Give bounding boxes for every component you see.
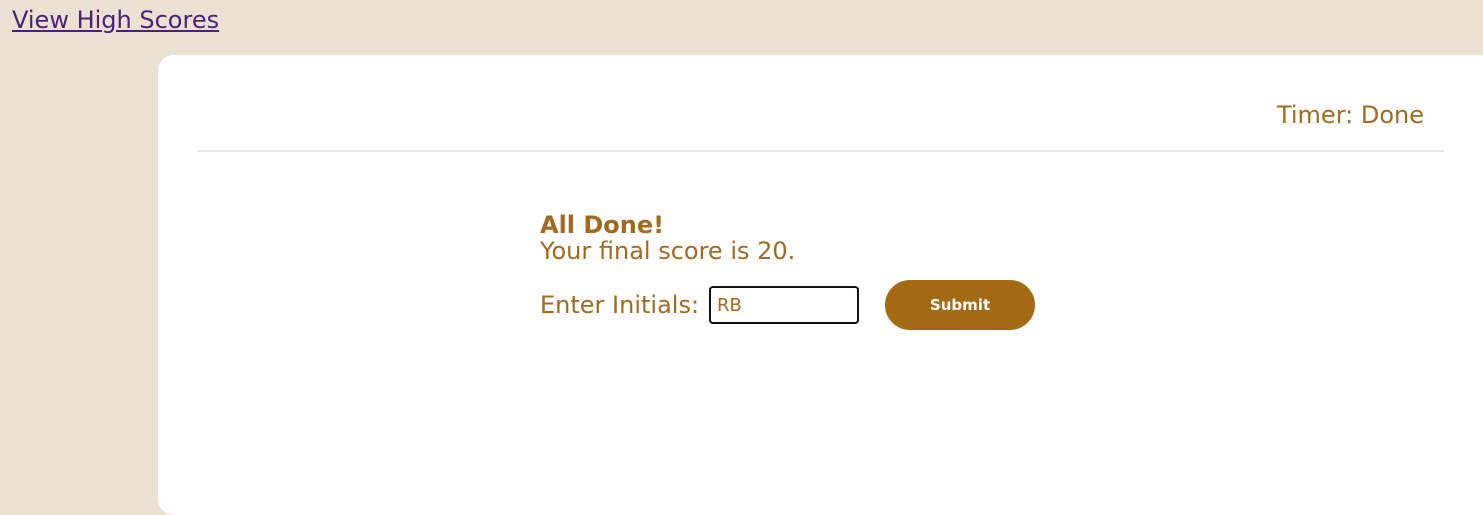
initials-input[interactable] [709,286,860,324]
initials-form: Enter Initials: Submit [540,280,1036,330]
final-score-text: Your final score is 20. [540,237,796,265]
timer-display: Timer: Done [1276,101,1424,129]
quiz-card: Timer: Done All Done! Your final score i… [158,55,1483,515]
header-divider [198,150,1444,152]
view-high-scores-link[interactable]: View High Scores [12,6,219,34]
quiz-end-panel: All Done! Your final score is 20. Enter … [540,211,1036,330]
submit-button[interactable]: Submit [885,280,1036,330]
initials-label: Enter Initials: [540,291,700,319]
all-done-title: All Done! [540,211,665,239]
